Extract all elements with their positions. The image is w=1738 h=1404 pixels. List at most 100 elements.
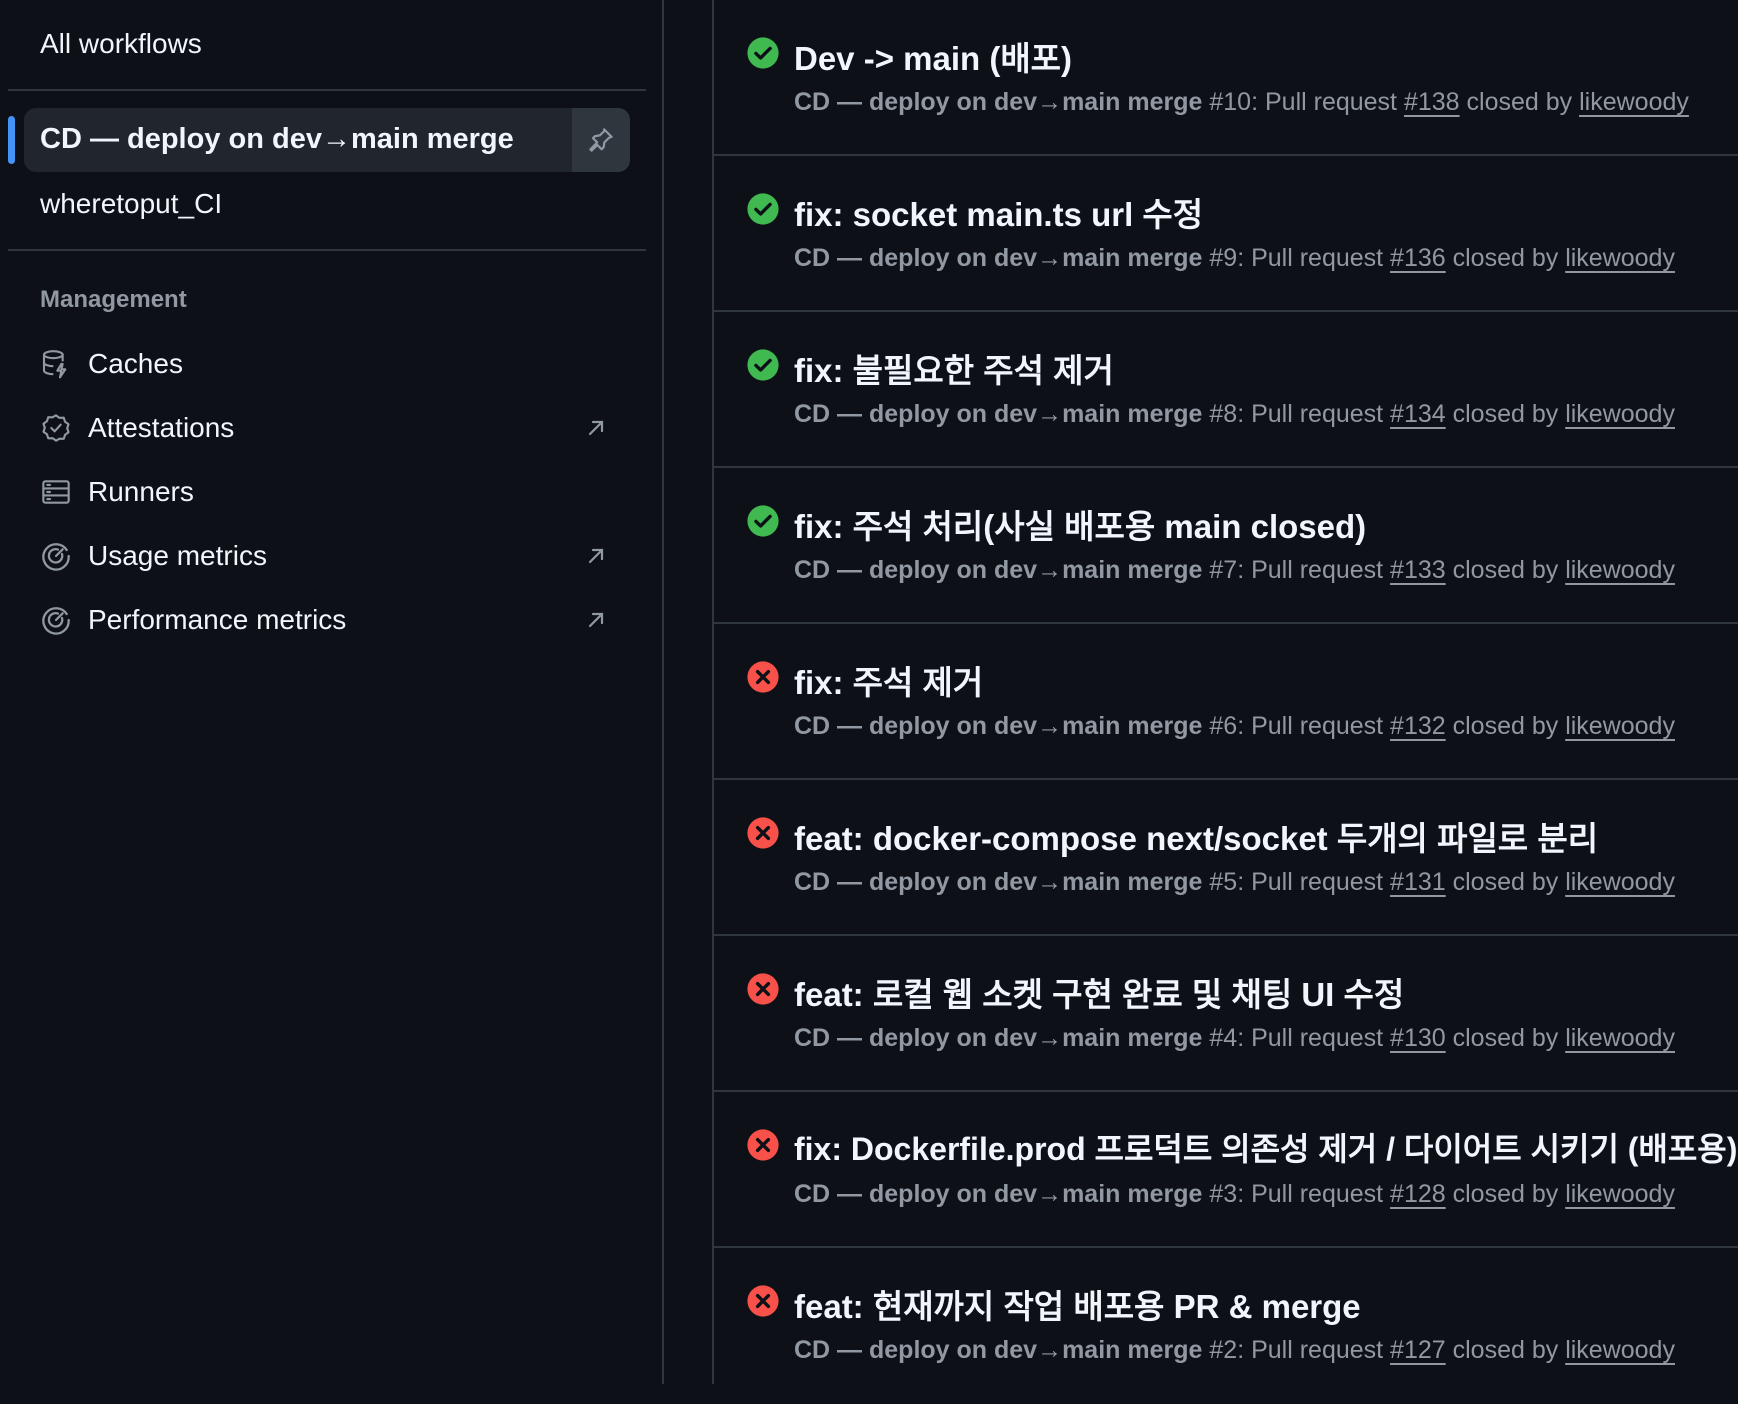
run-event: : Pull request <box>1237 1024 1391 1052</box>
user-link[interactable]: likewoody <box>1565 1336 1675 1364</box>
workflow-run-row[interactable]: fix: 불필요한 주석 제거 CD — deploy on dev→main … <box>714 312 1738 468</box>
workflow-run-row[interactable]: fix: 주석 처리(사실 배포용 main closed) CD — depl… <box>714 468 1738 624</box>
run-event: : Pull request <box>1237 1336 1391 1364</box>
workflow-run-row[interactable]: fix: socket main.ts url 수정 CD — deploy o… <box>714 156 1738 312</box>
run-title[interactable]: feat: docker-compose next/socket 두개의 파일로… <box>794 812 1598 860</box>
run-title[interactable]: feat: 로컬 웹 소켓 구현 완료 및 채팅 UI 수정 <box>794 968 1404 1016</box>
workflow-item-cd-deploy[interactable]: CD — deploy on dev→main merge <box>24 108 630 172</box>
run-title[interactable]: fix: socket main.ts url 수정 <box>794 188 1203 236</box>
divider <box>8 249 646 251</box>
run-title[interactable]: fix: 주석 제거 <box>794 656 983 704</box>
run-workflow-name: CD — deploy on dev→main merge <box>794 868 1203 896</box>
all-workflows-link[interactable]: All workflows <box>40 28 202 60</box>
sidebar-item-caches[interactable]: Caches <box>40 342 620 386</box>
user-link[interactable]: likewoody <box>1565 400 1675 428</box>
run-workflow-name: CD — deploy on dev→main merge <box>794 1024 1203 1052</box>
sidebar-item-runners[interactable]: Runners <box>40 470 620 514</box>
pull-request-link[interactable]: #132 <box>1390 712 1446 740</box>
failure-x-icon <box>747 973 779 1005</box>
run-title[interactable]: fix: 주석 처리(사실 배포용 main closed) <box>794 500 1366 548</box>
workflow-run-row[interactable]: feat: 현재까지 작업 배포용 PR & merge CD — deploy… <box>714 1248 1738 1404</box>
failure-x-icon <box>747 1129 779 1161</box>
user-link[interactable]: likewoody <box>1565 244 1675 272</box>
user-link[interactable]: likewoody <box>1565 1180 1675 1208</box>
run-workflow-name: CD — deploy on dev→main merge <box>794 1336 1203 1364</box>
run-event: : Pull request <box>1237 1180 1391 1208</box>
user-link[interactable]: likewoody <box>1565 712 1675 740</box>
workflow-run-row[interactable]: feat: docker-compose next/socket 두개의 파일로… <box>714 780 1738 936</box>
run-number: #5 <box>1209 868 1238 896</box>
run-closed-by: closed by <box>1445 1180 1566 1208</box>
pull-request-link[interactable]: #127 <box>1390 1336 1446 1364</box>
run-meta: CD — deploy on dev→main merge #5: Pull r… <box>794 868 1675 897</box>
run-event: : Pull request <box>1237 868 1391 896</box>
sidebar-item-label: Attestations <box>88 412 235 443</box>
workflow-item-wheretoput-ci[interactable]: wheretoput_CI <box>40 188 222 220</box>
pull-request-link[interactable]: #131 <box>1390 868 1446 896</box>
failure-x-icon <box>747 1285 779 1317</box>
run-title[interactable]: fix: Dockerfile.prod 프로덕트 의존성 제거 / 다이어트 … <box>794 1124 1737 1170</box>
run-number: #8 <box>1209 400 1238 428</box>
sidebar-item-usage-metrics[interactable]: Usage metrics <box>40 534 620 578</box>
run-workflow-name: CD — deploy on dev→main merge <box>794 556 1203 584</box>
run-number: #9 <box>1209 244 1238 272</box>
run-number: #2 <box>1209 1336 1238 1364</box>
divider <box>8 89 646 91</box>
run-meta: CD — deploy on dev→main merge #6: Pull r… <box>794 712 1675 741</box>
workflow-run-row[interactable]: feat: 로컬 웹 소켓 구현 완료 및 채팅 UI 수정 CD — depl… <box>714 936 1738 1092</box>
run-event: : Pull request <box>1237 244 1391 272</box>
run-closed-by: closed by <box>1445 712 1566 740</box>
run-number: #4 <box>1209 1024 1238 1052</box>
run-closed-by: closed by <box>1445 1024 1566 1052</box>
success-check-icon <box>747 349 779 381</box>
run-title[interactable]: fix: 불필요한 주석 제거 <box>794 344 1114 392</box>
workflows-sidebar: All workflows CD — deploy on dev→main me… <box>0 0 662 1384</box>
run-meta: CD — deploy on dev→main merge #10: Pull … <box>794 88 1689 117</box>
run-workflow-name: CD — deploy on dev→main merge <box>794 400 1203 428</box>
run-meta: CD — deploy on dev→main merge #9: Pull r… <box>794 244 1675 273</box>
meter-icon <box>42 543 70 571</box>
pull-request-link[interactable]: #130 <box>1390 1024 1446 1052</box>
external-link-icon <box>588 420 604 436</box>
run-event: : Pull request <box>1237 400 1391 428</box>
workflow-run-row[interactable]: fix: Dockerfile.prod 프로덕트 의존성 제거 / 다이어트 … <box>714 1092 1738 1248</box>
run-event: : Pull request <box>1237 556 1391 584</box>
workflow-run-row[interactable]: fix: 주석 제거 CD — deploy on dev→main merge… <box>714 624 1738 780</box>
sidebar-item-attestations[interactable]: Attestations <box>40 406 620 450</box>
pull-request-link[interactable]: #134 <box>1390 400 1446 428</box>
run-workflow-name: CD — deploy on dev→main merge <box>794 244 1203 272</box>
run-meta: CD — deploy on dev→main merge #8: Pull r… <box>794 400 1675 429</box>
pull-request-link[interactable]: #136 <box>1390 244 1446 272</box>
pin-icon <box>589 128 613 152</box>
run-closed-by: closed by <box>1445 556 1566 584</box>
pull-request-link[interactable]: #138 <box>1404 88 1460 116</box>
sidebar-item-performance-metrics[interactable]: Performance metrics <box>40 598 620 642</box>
database-icon <box>42 350 67 379</box>
server-icon <box>42 480 70 504</box>
run-title[interactable]: feat: 현재까지 작업 배포용 PR & merge <box>794 1280 1361 1328</box>
user-link[interactable]: likewoody <box>1565 1024 1675 1052</box>
management-heading: Management <box>40 286 187 313</box>
run-event: : Pull request <box>1251 88 1404 116</box>
success-check-icon <box>747 193 779 225</box>
pin-workflow-button[interactable] <box>572 108 630 172</box>
run-workflow-name: CD — deploy on dev→main merge <box>794 88 1203 116</box>
pull-request-link[interactable]: #133 <box>1390 556 1446 584</box>
run-workflow-name: CD — deploy on dev→main merge <box>794 1180 1203 1208</box>
run-title[interactable]: Dev -> main (배포) <box>794 32 1072 80</box>
run-number: #6 <box>1209 712 1238 740</box>
external-link-icon <box>588 612 604 628</box>
run-number: #10 <box>1209 88 1252 116</box>
run-closed-by: closed by <box>1445 1336 1566 1364</box>
sidebar-item-label: Usage metrics <box>88 540 267 571</box>
run-meta: CD — deploy on dev→main merge #3: Pull r… <box>794 1180 1675 1209</box>
user-link[interactable]: likewoody <box>1565 868 1675 896</box>
verified-badge-icon <box>42 414 70 442</box>
workflow-run-row[interactable]: Dev -> main (배포) CD — deploy on dev→main… <box>714 0 1738 156</box>
pull-request-link[interactable]: #128 <box>1390 1180 1446 1208</box>
run-meta: CD — deploy on dev→main merge #2: Pull r… <box>794 1336 1675 1365</box>
user-link[interactable]: likewoody <box>1579 88 1689 116</box>
user-link[interactable]: likewoody <box>1565 556 1675 584</box>
selected-indicator <box>8 116 15 164</box>
failure-x-icon <box>747 661 779 693</box>
